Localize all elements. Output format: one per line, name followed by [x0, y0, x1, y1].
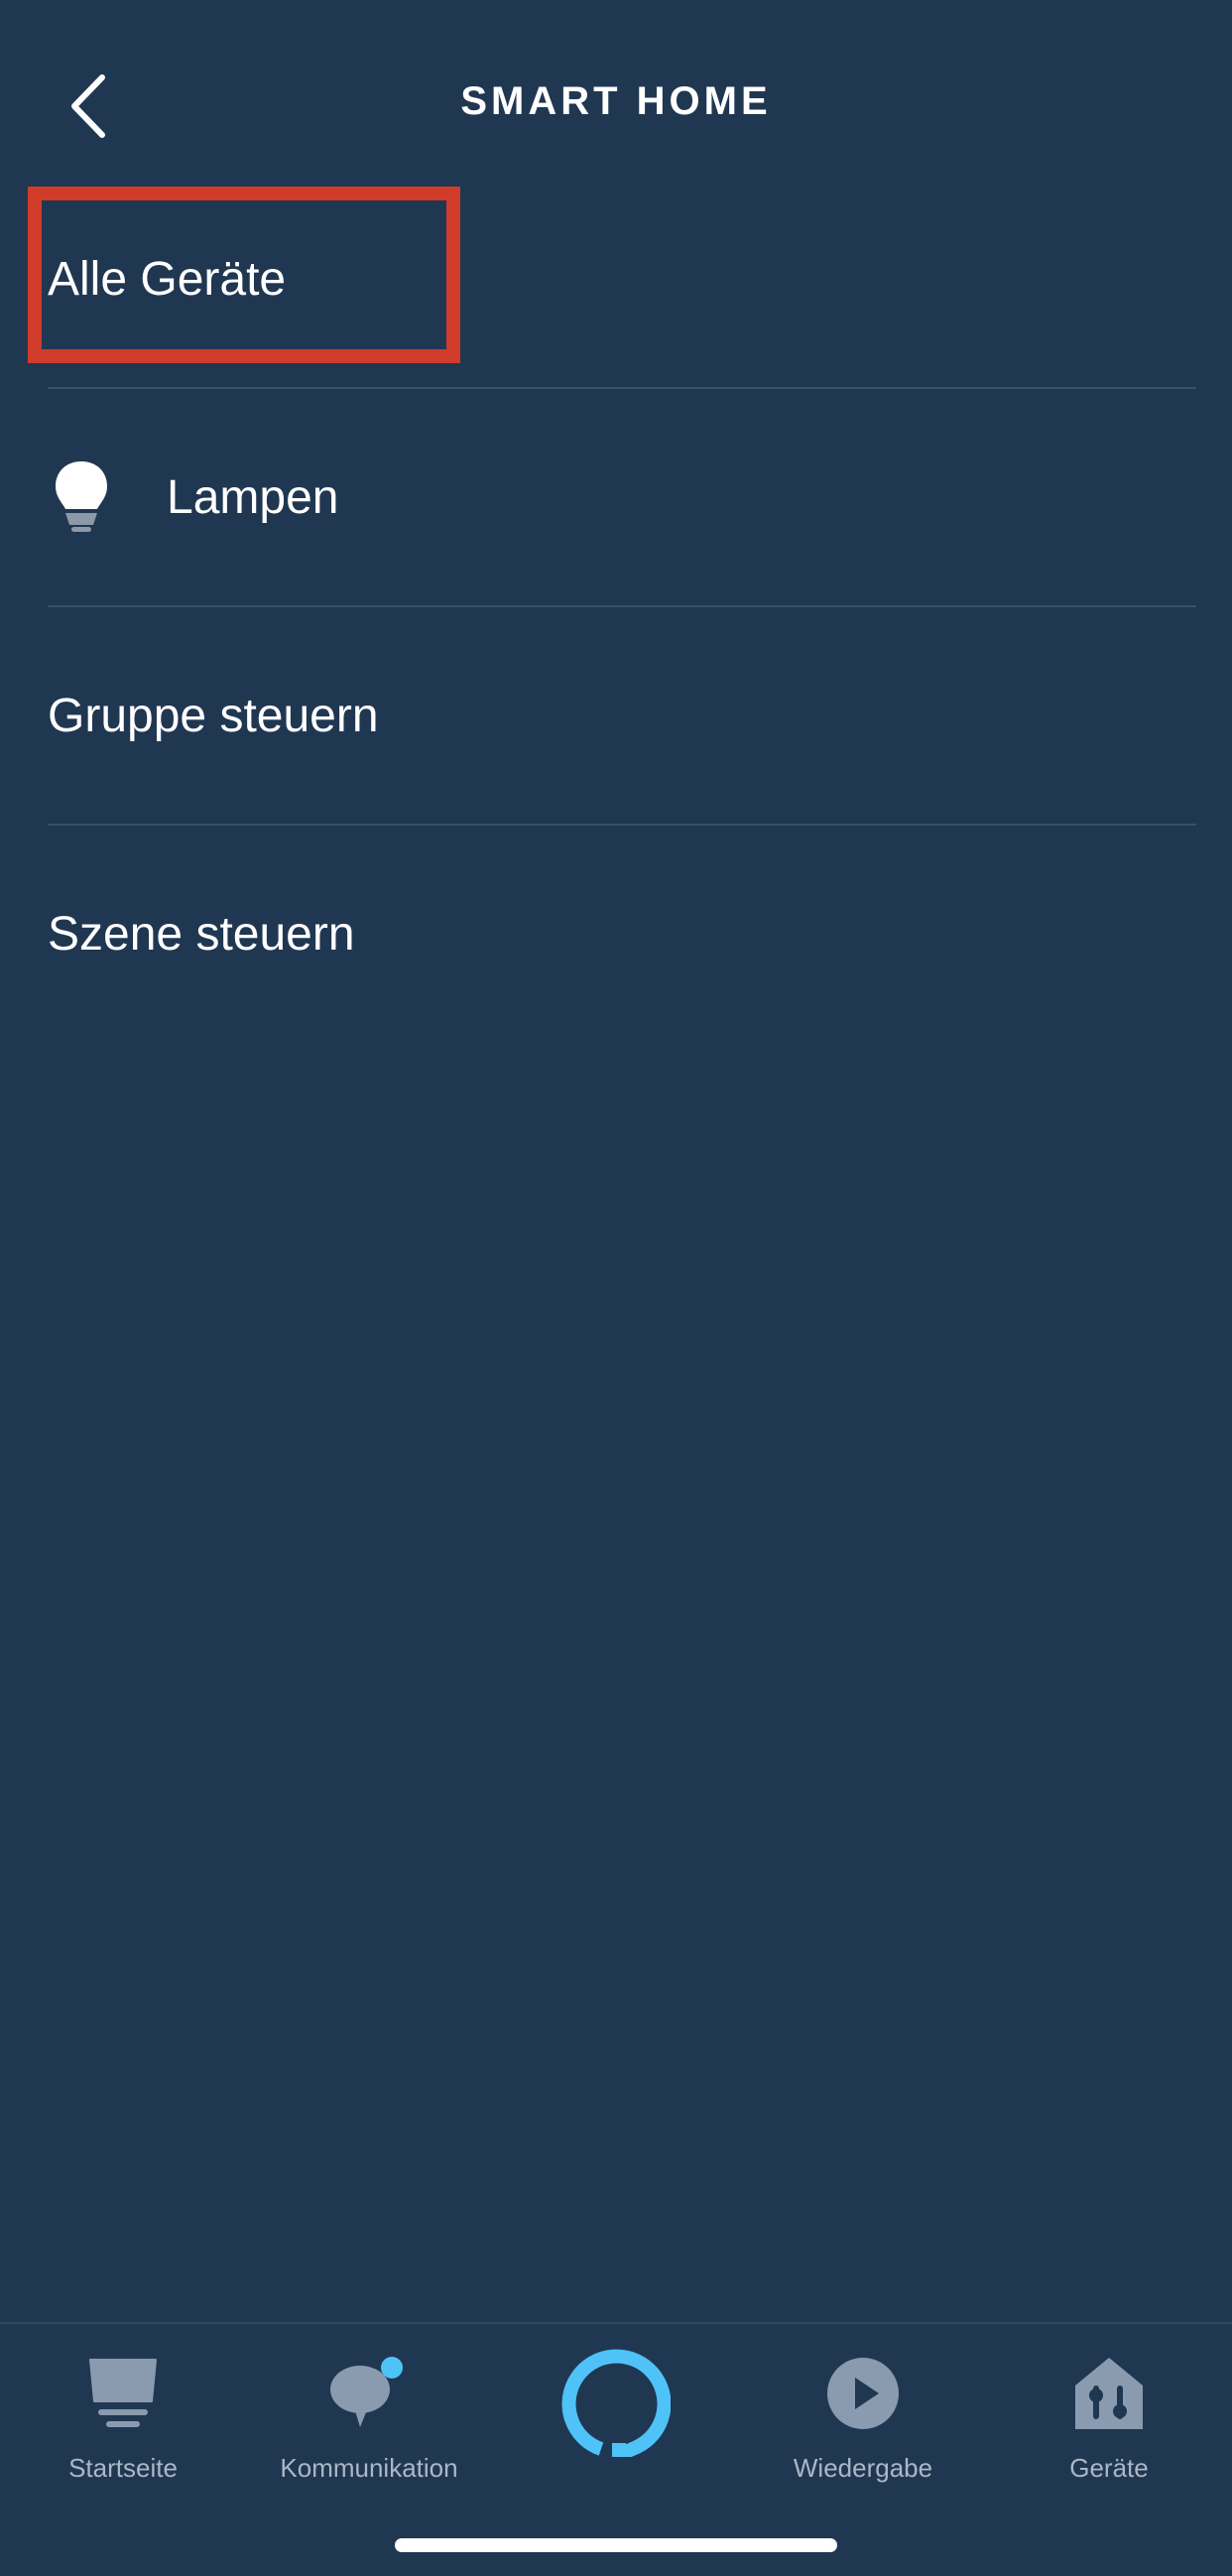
- nav-label: Geräte: [1069, 2453, 1149, 2483]
- nav-startseite[interactable]: Startseite: [14, 2344, 232, 2512]
- home-indicator: [395, 2538, 837, 2552]
- chat-bubble-icon: [324, 2344, 414, 2443]
- menu-item-szene-steuern[interactable]: Szene steuern: [48, 824, 1196, 1042]
- alexa-button[interactable]: [561, 2346, 672, 2462]
- menu-item-alle-geraete[interactable]: Alle Geräte: [48, 171, 1196, 387]
- menu-item-label: Gruppe steuern: [48, 689, 379, 742]
- lightbulb-icon: [48, 459, 115, 535]
- menu-item-gruppe-steuern[interactable]: Gruppe steuern: [48, 605, 1196, 824]
- devices-house-icon: [1073, 2344, 1145, 2443]
- nav-label: Wiedergabe: [793, 2453, 933, 2483]
- menu-item-label: Lampen: [167, 470, 339, 524]
- smart-home-screen: SMART HOME Alle Geräte Lampen Gruppe ste…: [0, 0, 1232, 2576]
- nav-geraete[interactable]: Geräte: [1000, 2344, 1218, 2512]
- alexa-icon: [561, 2349, 672, 2462]
- menu-item-label: Alle Geräte: [48, 252, 287, 306]
- play-icon: [825, 2344, 901, 2443]
- menu-item-label: Szene steuern: [48, 907, 355, 961]
- nav-wiedergabe[interactable]: Wiedergabe: [754, 2344, 972, 2512]
- menu-item-lampen[interactable]: Lampen: [48, 387, 1196, 605]
- nav-label: Startseite: [68, 2453, 178, 2483]
- page-title: SMART HOME: [460, 79, 772, 123]
- smart-home-menu: Alle Geräte Lampen Gruppe steuern Szene …: [0, 171, 1232, 1042]
- header: SMART HOME: [0, 0, 1232, 198]
- home-icon: [88, 2344, 158, 2443]
- nav-label: Kommunikation: [280, 2453, 458, 2483]
- nav-kommunikation[interactable]: Kommunikation: [260, 2344, 478, 2512]
